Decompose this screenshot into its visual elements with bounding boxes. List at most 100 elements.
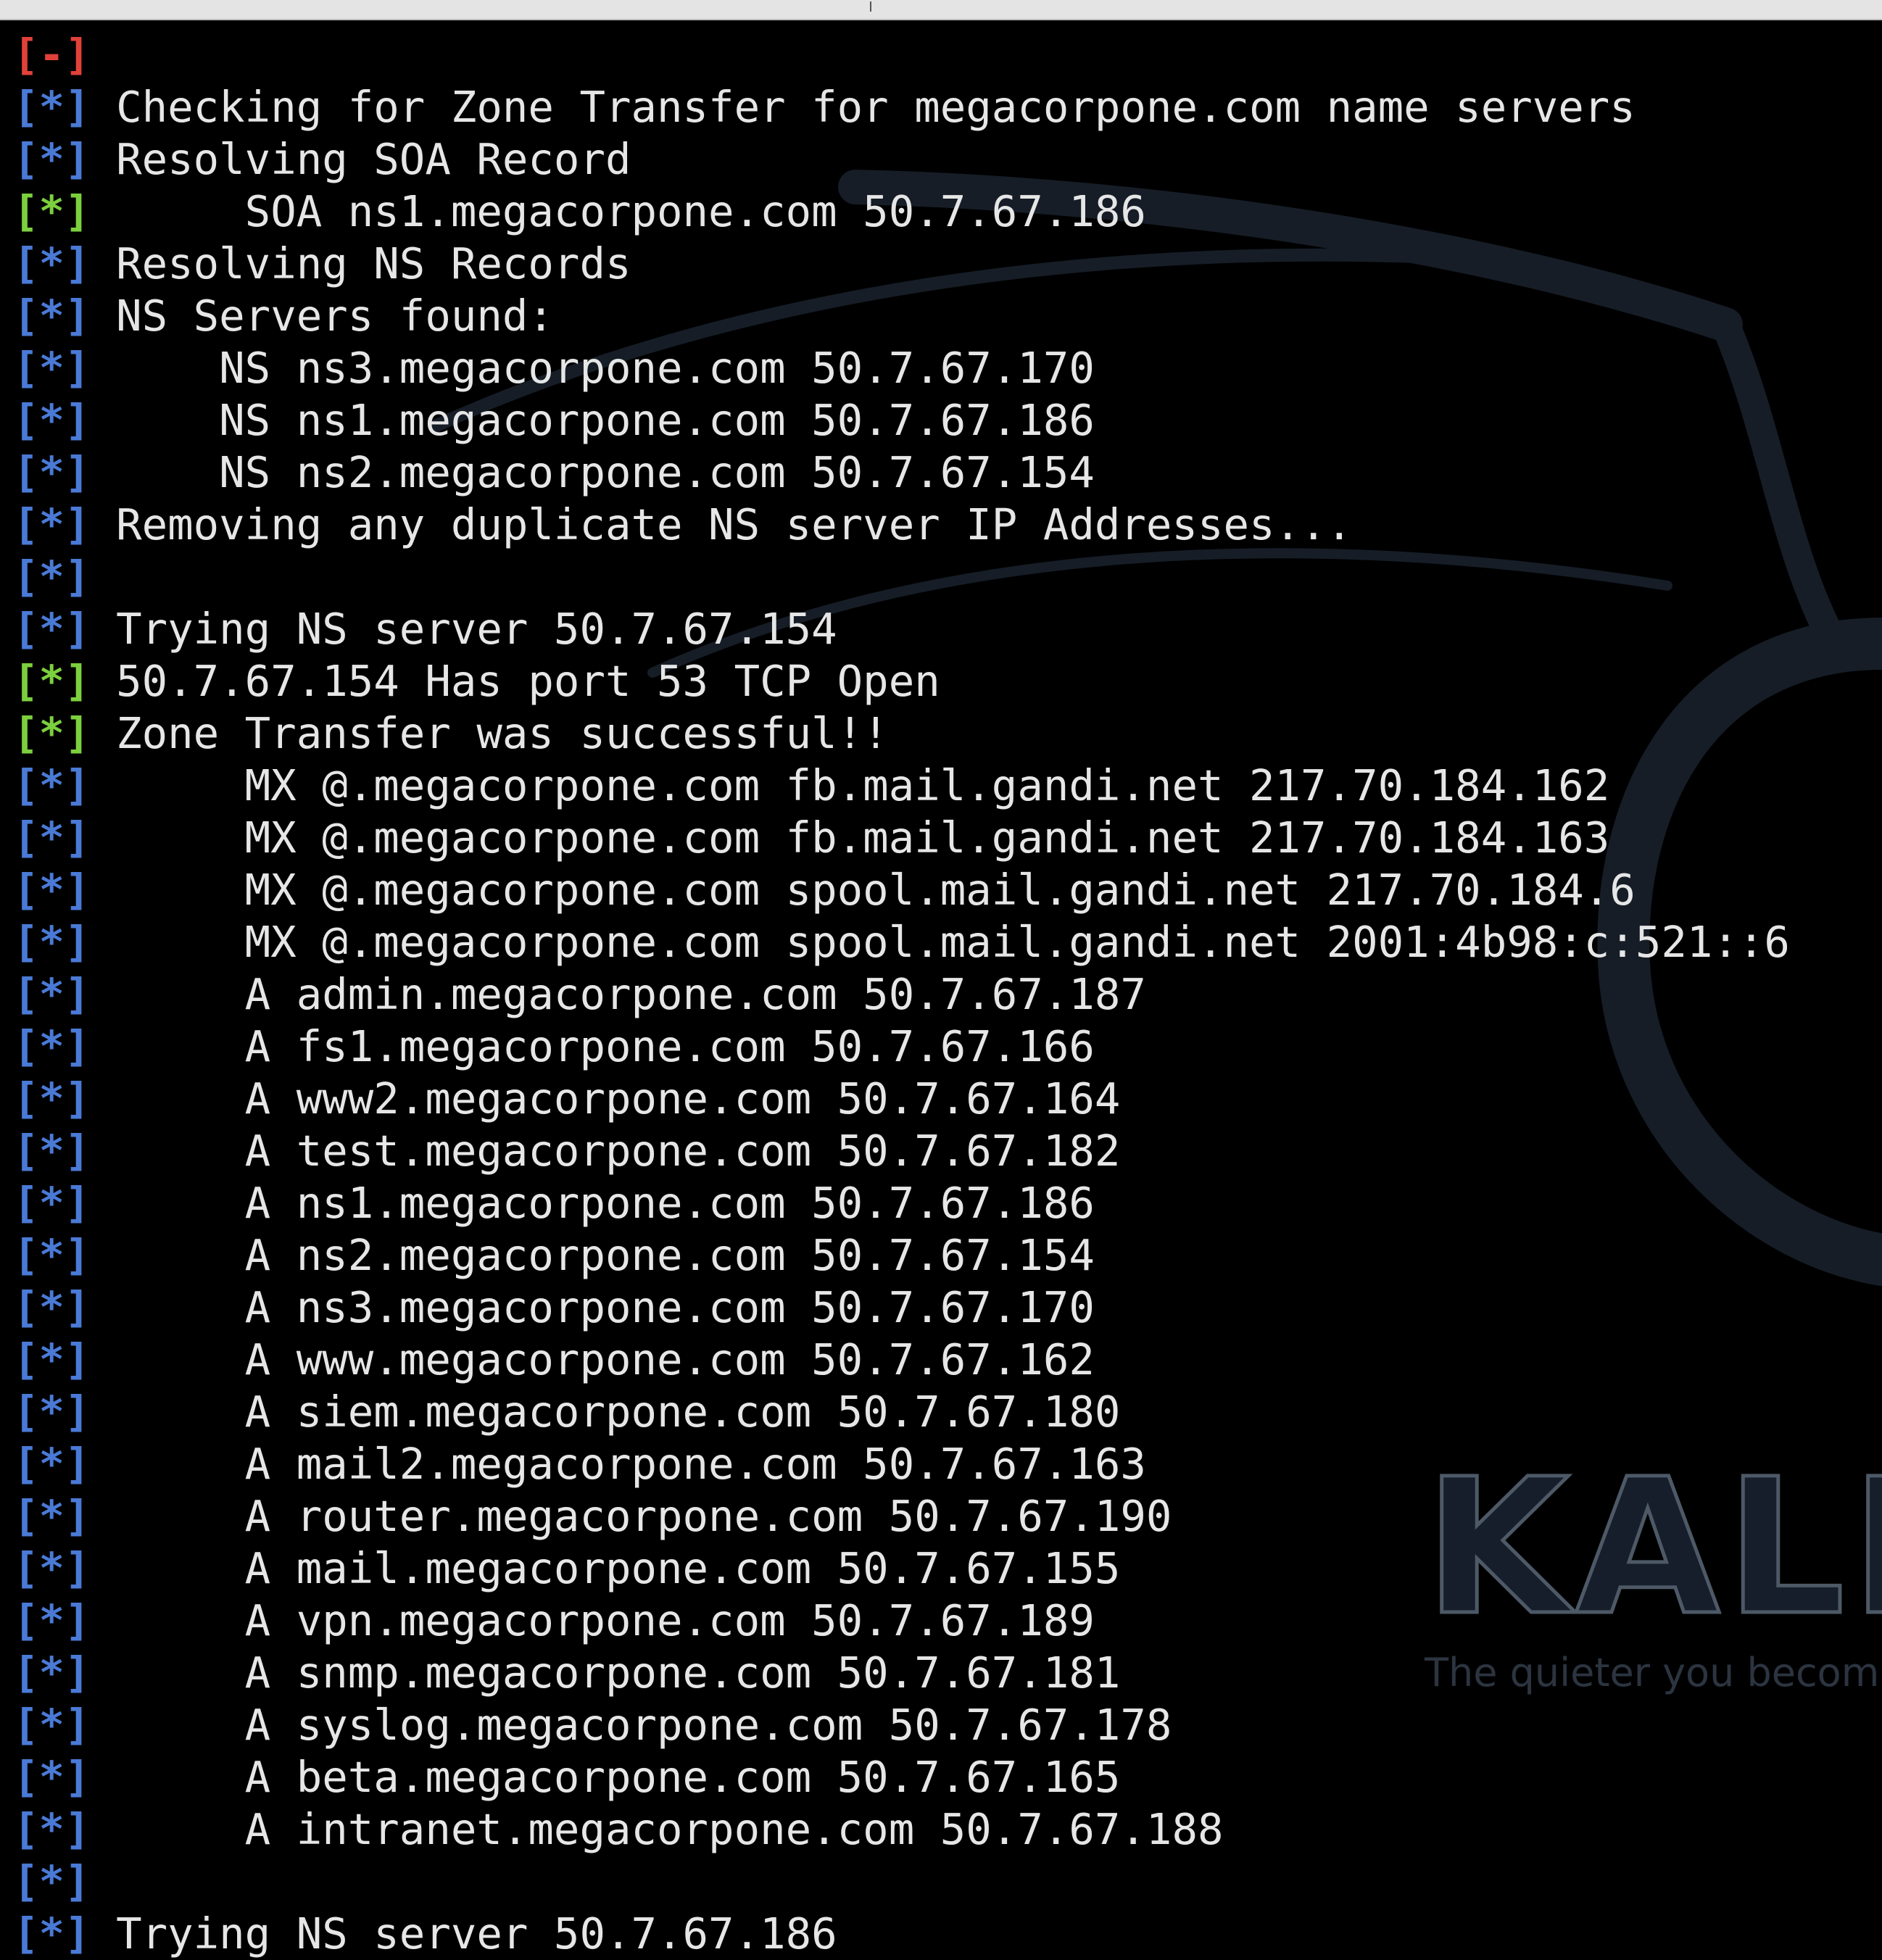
status-prefix-info: [*] <box>13 604 91 654</box>
status-prefix-info: [*] <box>13 82 91 132</box>
terminal-line: [*] Removing any duplicate NS server IP A… <box>13 499 1790 551</box>
terminal-output[interactable]: [-] [*] Checking for Zone Transfer for meg… <box>13 29 1790 1960</box>
terminal-line: [*] MX @.megacorpone.com spool.mail.gand… <box>13 864 1790 916</box>
terminal-line-text: A syslog.megacorpone.com 50.7.67.178 <box>116 1700 1172 1750</box>
terminal-line: [*] NS ns1.megacorpone.com 50.7.67.186 <box>13 394 1790 447</box>
terminal-line: [*] A admin.megacorpone.com 50.7.67.187 <box>13 968 1790 1021</box>
terminal-line: [*] NS Servers found: <box>13 290 1790 342</box>
terminal-line: [*] Resolving NS Records <box>13 238 1790 290</box>
terminal-line: [*] NS ns3.megacorpone.com 50.7.67.170 <box>13 342 1790 394</box>
terminal-line: [*] A ns3.megacorpone.com 50.7.67.170 <box>13 1282 1790 1334</box>
status-prefix-success: [*] <box>13 186 91 236</box>
terminal-line: [*] A www2.megacorpone.com 50.7.67.164 <box>13 1073 1790 1125</box>
status-prefix-success: [*] <box>13 656 91 706</box>
status-prefix-info: [*] <box>13 1804 91 1854</box>
status-prefix-success: [*] <box>13 708 91 758</box>
terminal-line: [*] Trying NS server 50.7.67.186 <box>13 1908 1790 1960</box>
terminal-line-text: A mail.megacorpone.com 50.7.67.155 <box>116 1543 1121 1593</box>
terminal-line-text: A router.megacorpone.com 50.7.67.190 <box>116 1491 1172 1541</box>
status-prefix-info: [*] <box>13 291 91 341</box>
status-prefix-info: [*] <box>13 1074 91 1124</box>
status-prefix-info: [*] <box>13 1700 91 1750</box>
terminal-line: [*] A intranet.megacorpone.com 50.7.67.1… <box>13 1803 1790 1856</box>
terminal-line-text: Checking for Zone Transfer for megacorpo… <box>116 82 1636 132</box>
terminal-line: [*] SOA ns1.megacorpone.com 50.7.67.186 <box>13 186 1790 238</box>
status-prefix-info: [*] <box>13 760 91 810</box>
terminal-line-text: Trying NS server 50.7.67.186 <box>116 1909 837 1959</box>
status-prefix-info: [*] <box>13 1543 91 1593</box>
status-prefix-info: [*] <box>13 499 91 549</box>
status-prefix-info: [*] <box>13 395 91 445</box>
status-prefix-info: [*] <box>13 865 91 915</box>
terminal-line-text: NS ns2.megacorpone.com 50.7.67.154 <box>116 447 1095 497</box>
status-prefix-info: [*] <box>13 1752 91 1802</box>
status-prefix-info: [*] <box>13 1439 91 1489</box>
status-prefix-info: [*] <box>13 1856 91 1906</box>
status-prefix-error: [-] <box>13 30 91 80</box>
terminal-line: [*] Trying NS server 50.7.67.154 <box>13 603 1790 655</box>
terminal-line: [*] A ns2.megacorpone.com 50.7.67.154 <box>13 1229 1790 1282</box>
terminal-line-text: A ns1.megacorpone.com 50.7.67.186 <box>116 1178 1095 1228</box>
terminal-line: [*] A vpn.megacorpone.com 50.7.67.189 <box>13 1595 1790 1647</box>
window-title-bar[interactable] <box>0 0 1882 20</box>
status-prefix-info: [*] <box>13 813 91 863</box>
status-prefix-info: [*] <box>13 238 91 288</box>
terminal-line: [*] A router.megacorpone.com 50.7.67.190 <box>13 1490 1790 1542</box>
status-prefix-info: [*] <box>13 1282 91 1332</box>
terminal-line: [*] A ns1.megacorpone.com 50.7.67.186 <box>13 1177 1790 1229</box>
terminal-line-text: A fs1.megacorpone.com 50.7.67.166 <box>116 1021 1095 1071</box>
status-prefix-info: [*] <box>13 1909 91 1959</box>
title-bar-divider <box>870 1 871 12</box>
terminal-line-text: A www2.megacorpone.com 50.7.67.164 <box>116 1074 1121 1124</box>
terminal-line-text: A test.megacorpone.com 50.7.67.182 <box>116 1126 1121 1176</box>
status-prefix-info: [*] <box>13 1126 91 1176</box>
terminal-line: [*] A beta.megacorpone.com 50.7.67.165 <box>13 1751 1790 1803</box>
terminal-line-text: MX @.megacorpone.com spool.mail.gandi.ne… <box>116 917 1790 967</box>
terminal-line-text: A siem.megacorpone.com 50.7.67.180 <box>116 1387 1121 1437</box>
terminal-line-text: A snmp.megacorpone.com 50.7.67.181 <box>116 1648 1121 1698</box>
terminal-line-text: NS Servers found: <box>116 291 554 341</box>
terminal-line-text: A beta.megacorpone.com 50.7.67.165 <box>116 1752 1121 1802</box>
status-prefix-info: [*] <box>13 1021 91 1071</box>
terminal-line-text: A mail2.megacorpone.com 50.7.67.163 <box>116 1439 1146 1489</box>
terminal-window[interactable]: KALI The quieter you becom [-] [*] Checkin… <box>0 20 1882 1960</box>
terminal-line: [-] <box>13 29 1790 81</box>
terminal-line: [*] A siem.megacorpone.com 50.7.67.180 <box>13 1386 1790 1438</box>
status-prefix-info: [*] <box>13 1491 91 1541</box>
status-prefix-info: [*] <box>13 447 91 497</box>
terminal-line: [*] A mail2.megacorpone.com 50.7.67.163 <box>13 1438 1790 1490</box>
terminal-line-text: MX @.megacorpone.com fb.mail.gandi.net 2… <box>116 760 1610 810</box>
terminal-line-text: Zone Transfer was successful!! <box>116 708 889 758</box>
terminal-line-text: A ns3.megacorpone.com 50.7.67.170 <box>116 1282 1095 1332</box>
terminal-line: [*] A fs1.megacorpone.com 50.7.67.166 <box>13 1021 1790 1073</box>
status-prefix-info: [*] <box>13 969 91 1019</box>
terminal-line: [*] Resolving SOA Record <box>13 133 1790 186</box>
terminal-line: [*] MX @.megacorpone.com fb.mail.gandi.n… <box>13 812 1790 864</box>
terminal-line: [*] Zone Transfer was successful!! <box>13 707 1790 760</box>
terminal-line-text: MX @.megacorpone.com spool.mail.gandi.ne… <box>116 865 1636 915</box>
terminal-line-text: NS ns3.megacorpone.com 50.7.67.170 <box>116 343 1095 393</box>
status-prefix-info: [*] <box>13 1648 91 1698</box>
terminal-line-text: A intranet.megacorpone.com 50.7.67.188 <box>116 1804 1224 1854</box>
terminal-line-text: NS ns1.megacorpone.com 50.7.67.186 <box>116 395 1095 445</box>
terminal-line-text: A www.megacorpone.com 50.7.67.162 <box>116 1334 1095 1384</box>
status-prefix-info: [*] <box>13 1595 91 1645</box>
terminal-line: [*] MX @.megacorpone.com spool.mail.gand… <box>13 916 1790 968</box>
terminal-line: [*] 50.7.67.154 Has port 53 TCP Open <box>13 655 1790 707</box>
terminal-line-text: A admin.megacorpone.com 50.7.67.187 <box>116 969 1146 1019</box>
terminal-line: [*] A snmp.megacorpone.com 50.7.67.181 <box>13 1647 1790 1699</box>
status-prefix-info: [*] <box>13 1334 91 1384</box>
terminal-line: [*] Checking for Zone Transfer for megaco… <box>13 81 1790 133</box>
terminal-line: [*] NS ns2.megacorpone.com 50.7.67.154 <box>13 447 1790 499</box>
status-prefix-info: [*] <box>13 1230 91 1280</box>
status-prefix-info: [*] <box>13 917 91 967</box>
terminal-line-text: Resolving NS Records <box>116 238 631 288</box>
terminal-line: [*] A mail.megacorpone.com 50.7.67.155 <box>13 1542 1790 1595</box>
status-prefix-info: [*] <box>13 134 91 184</box>
terminal-line: [*] A syslog.megacorpone.com 50.7.67.178 <box>13 1699 1790 1751</box>
status-prefix-info: [*] <box>13 1387 91 1437</box>
terminal-line-text: A vpn.megacorpone.com 50.7.67.189 <box>116 1595 1095 1645</box>
terminal-line: [*] A test.megacorpone.com 50.7.67.182 <box>13 1125 1790 1177</box>
terminal-line: [*] <box>13 1856 1790 1908</box>
terminal-line-text: A ns2.megacorpone.com 50.7.67.154 <box>116 1230 1095 1280</box>
